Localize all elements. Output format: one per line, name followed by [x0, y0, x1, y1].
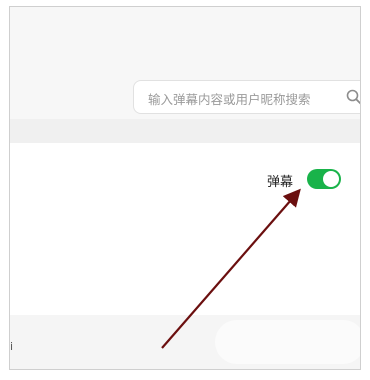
annotation-arrow	[161, 188, 301, 349]
